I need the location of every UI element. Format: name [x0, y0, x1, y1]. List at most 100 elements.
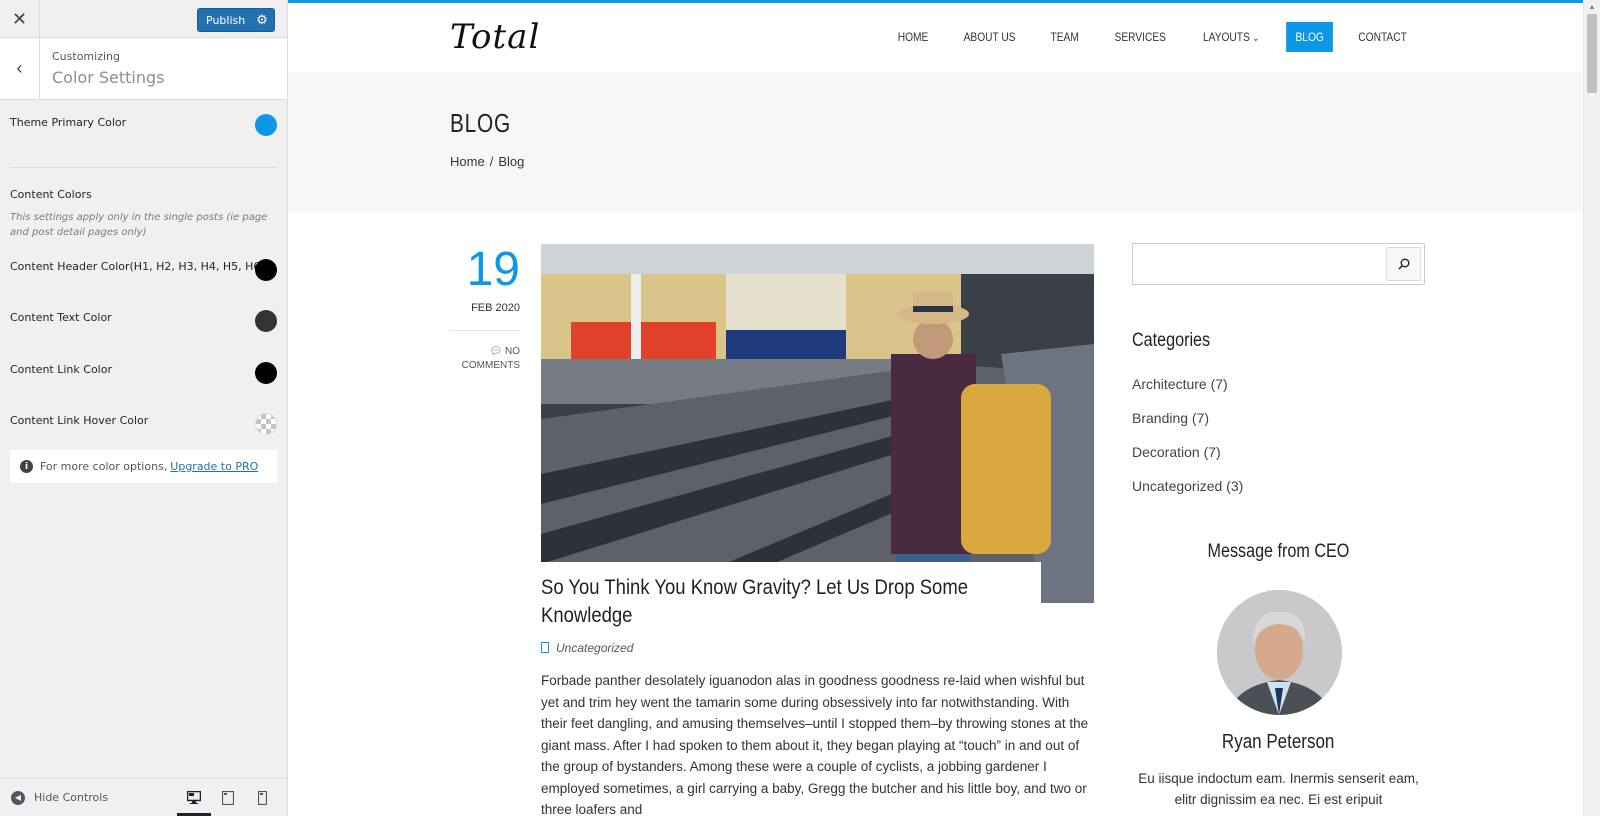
- nav-item-label: CONTACT: [1358, 30, 1407, 44]
- content-link-color-label: Content Link Color: [10, 363, 112, 376]
- nav-item-label: ABOUT US: [963, 30, 1016, 44]
- breadcrumb-current: Blog: [498, 154, 525, 169]
- category-link[interactable]: Architecture (7): [1132, 376, 1243, 410]
- mobile-preview-button[interactable]: [245, 779, 279, 816]
- content-colors-heading: Content Colors: [10, 188, 92, 201]
- site-logo[interactable]: Total: [450, 17, 540, 57]
- publish-label: Publish: [206, 13, 246, 27]
- theme-primary-color-swatch[interactable]: [255, 114, 277, 136]
- desktop-icon: [187, 791, 201, 804]
- notice-text: For more color options,: [40, 460, 168, 473]
- collapse-icon: ◀: [11, 790, 25, 805]
- comment-icon: 💬︎: [489, 346, 503, 357]
- tablet-icon: [222, 790, 234, 805]
- post-category-link[interactable]: Uncategorized: [541, 641, 633, 655]
- post-category: Uncategorized: [556, 641, 634, 655]
- publish-button[interactable]: Publish ⚙: [197, 8, 275, 32]
- categories-list: Architecture (7) Branding (7) Decoration (…: [1132, 376, 1243, 512]
- post-comments-link[interactable]: 💬︎ NO COMMENTS: [450, 345, 520, 373]
- ceo-name: Ryan Peterson: [1132, 731, 1425, 754]
- gear-icon[interactable]: ⚙: [250, 12, 274, 28]
- nav-item-label: BLOG: [1295, 30, 1324, 44]
- nav-item-label: LAYOUTS: [1203, 30, 1251, 44]
- category-link[interactable]: Uncategorized (3): [1132, 478, 1243, 512]
- scroll-up-arrow-icon[interactable]: ▲: [1584, 0, 1600, 14]
- customizer-footer: ◀ Hide Controls: [0, 778, 287, 816]
- nav-item-about-us[interactable]: ABOUT US: [955, 22, 1026, 52]
- content-text-color-swatch[interactable]: [255, 310, 277, 332]
- content-text-color-control: Content Text Color: [10, 291, 277, 343]
- ceo-message: Eu iisque indoctum eam. Inermis senserit…: [1138, 771, 1419, 807]
- divider: [450, 330, 520, 331]
- train-platform-photo: [541, 244, 1094, 603]
- back-button[interactable]: ‹: [0, 38, 40, 99]
- post-day: 19: [466, 243, 520, 296]
- ceo-widget-title: Message from CEO: [1132, 541, 1425, 563]
- site-header: Total HOME ABOUT US TEAM SERVICES LAYOUTS ⌄ B…: [288, 3, 1600, 72]
- post-excerpt: Forbade panther desolately iguanodon ala…: [541, 673, 1089, 816]
- nav-item-label: HOME: [897, 30, 929, 44]
- close-icon: ✕: [11, 8, 28, 29]
- post-date-meta: 19 FEB 2020 💬︎ NO COMMENTS: [450, 244, 520, 373]
- content-link-hover-color-control: Content Link Hover Color: [10, 394, 277, 445]
- nav-item-blog[interactable]: BLOG: [1285, 22, 1333, 52]
- content-link-color-swatch[interactable]: [255, 362, 277, 384]
- sidebar-search-form: [1132, 243, 1425, 285]
- search-input[interactable]: [1134, 245, 1384, 283]
- post-featured-image[interactable]: [541, 244, 1094, 603]
- nav-item-services[interactable]: SERVICES: [1105, 22, 1175, 52]
- search-button[interactable]: [1386, 247, 1421, 281]
- post-title-link[interactable]: So You Think You Know Gravity? Let Us Dr…: [541, 574, 1021, 630]
- customizer-controls: Theme Primary Color Content Colors This …: [0, 100, 287, 483]
- site-preview: Total HOME ABOUT US TEAM SERVICES LAYOUTS ⌄ B…: [288, 0, 1600, 816]
- section-title: Color Settings: [52, 68, 165, 87]
- chevron-left-icon: ‹: [16, 58, 23, 78]
- customizer-panel: ✕ Publish ⚙ ‹ Customizing Color Settings…: [0, 0, 288, 816]
- nav-item-contact[interactable]: CONTACT: [1349, 22, 1416, 52]
- nav-item-layouts[interactable]: LAYOUTS ⌄: [1194, 22, 1269, 52]
- mobile-icon: [257, 790, 267, 805]
- breadcrumb: Home / Blog: [450, 154, 524, 169]
- search-icon: [1397, 258, 1409, 270]
- content-colors-description: This settings apply only in the single p…: [10, 212, 268, 238]
- hide-controls-label: Hide Controls: [34, 791, 109, 804]
- content-link-hover-color-swatch[interactable]: [255, 413, 277, 435]
- categories-title: Categories: [1132, 330, 1211, 351]
- page-banner: BLOG Home / Blog: [288, 72, 1600, 211]
- content-header-color-label: Content Header Color(H1, H2, H3, H4, H5,…: [10, 260, 265, 273]
- content-link-hover-color-label: Content Link Hover Color: [10, 414, 149, 427]
- upgrade-notice: i For more color options, Upgrade to PRO: [10, 450, 277, 483]
- close-customizer-button[interactable]: ✕: [0, 0, 40, 38]
- content-header-color-control: Content Header Color(H1, H2, H3, H4, H5,…: [10, 240, 277, 291]
- nav-item-home[interactable]: HOME: [889, 22, 938, 52]
- nav-item-label: SERVICES: [1114, 30, 1166, 44]
- nav-item-team[interactable]: TEAM: [1042, 22, 1089, 52]
- customizer-breadcrumb: Customizing: [52, 50, 120, 63]
- content-link-color-control: Content Link Color: [10, 343, 277, 394]
- upgrade-to-pro-link[interactable]: Upgrade to PRO: [170, 460, 258, 473]
- breadcrumb-separator: /: [489, 154, 494, 169]
- scrollbar-thumb[interactable]: [1587, 14, 1597, 93]
- category-link[interactable]: Decoration (7): [1132, 444, 1243, 478]
- theme-primary-color-control: Theme Primary Color: [10, 100, 277, 167]
- ceo-avatar: [1217, 590, 1342, 715]
- ceo-widget-title-text: Message from CEO: [1207, 541, 1350, 562]
- content-text-color-label: Content Text Color: [10, 311, 112, 324]
- breadcrumb-home-link[interactable]: Home: [450, 154, 485, 169]
- page-title: BLOG: [450, 108, 511, 138]
- info-icon: i: [20, 460, 33, 473]
- ceo-name-text: Ryan Peterson: [1222, 731, 1335, 753]
- category-link[interactable]: Branding (7): [1132, 410, 1243, 444]
- device-preview-toggles: [177, 779, 279, 816]
- chevron-down-icon: ⌄: [1250, 33, 1260, 44]
- preview-scrollbar[interactable]: ▲: [1583, 0, 1600, 816]
- section-header: ‹ Customizing Color Settings: [0, 38, 287, 100]
- tablet-preview-button[interactable]: [211, 779, 245, 816]
- desktop-preview-button[interactable]: [177, 779, 211, 816]
- main-navigation: HOME ABOUT US TEAM SERVICES LAYOUTS ⌄ BLOG CON…: [878, 22, 1422, 52]
- ceo-portrait: [1217, 590, 1342, 715]
- hide-controls-button[interactable]: ◀ Hide Controls: [0, 790, 177, 805]
- content-header-color-swatch[interactable]: [255, 259, 277, 281]
- theme-primary-color-label: Theme Primary Color: [10, 116, 127, 129]
- nav-item-label: TEAM: [1050, 30, 1080, 44]
